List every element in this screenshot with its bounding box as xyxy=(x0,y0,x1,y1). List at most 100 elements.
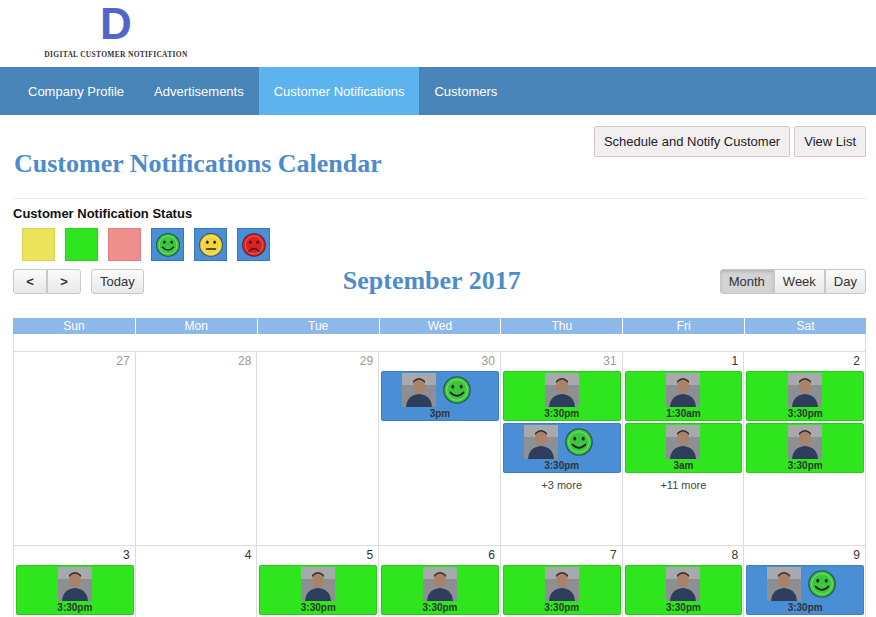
day-cell[interactable]: 27 xyxy=(14,352,136,546)
weekday: Mon xyxy=(135,318,257,334)
event-media xyxy=(767,567,837,601)
legend-title: Customer Notification Status xyxy=(13,206,866,221)
view-button[interactable]: Day xyxy=(825,269,866,294)
customer-photo xyxy=(788,425,822,459)
event-time: 3:30pm xyxy=(788,459,823,472)
nav-bar: Company ProfileAdvertisementsCustomer No… xyxy=(0,67,876,115)
weekday: Sun xyxy=(13,318,135,334)
nav-item[interactable]: Company Profile xyxy=(13,67,139,115)
event-media xyxy=(58,567,92,601)
calendar-event[interactable]: 3:30pm xyxy=(381,565,499,615)
calendar-event[interactable]: 3:30pm xyxy=(503,423,621,473)
nav-item[interactable]: Advertisements xyxy=(139,67,259,115)
view-buttons: MonthWeekDay xyxy=(720,269,866,294)
day-cell[interactable]: 3 3:30pm xyxy=(14,546,136,617)
day-cell[interactable]: 28 xyxy=(136,352,258,546)
customer-photo xyxy=(402,373,436,407)
event-media xyxy=(524,425,594,459)
calendar-event[interactable]: 1:30am xyxy=(625,371,743,421)
event-media xyxy=(666,373,700,407)
week-row: 27 28 29 30 3pm 31 3:30pm 3:30pm +3 more… xyxy=(13,352,866,546)
calendar-event[interactable]: 3:30pm xyxy=(746,371,864,421)
event-media xyxy=(788,425,822,459)
day-number: 9 xyxy=(746,546,864,565)
day-cell[interactable]: 5 3:30pm xyxy=(257,546,379,617)
customer-photo xyxy=(666,567,700,601)
content: Customer Notifications Calendar Schedule… xyxy=(0,115,876,617)
day-cell[interactable]: 4 xyxy=(136,546,258,617)
more-link[interactable]: +11 more xyxy=(625,479,743,491)
customer-photo xyxy=(666,425,700,459)
event-media xyxy=(301,567,335,601)
day-number: 7 xyxy=(503,546,621,565)
day-number: 31 xyxy=(503,352,621,371)
event-time: 3:30pm xyxy=(788,407,823,420)
logo-name: DIGITAL CUSTOMER NOTIFICATION xyxy=(44,50,187,59)
event-time: 3:30pm xyxy=(788,601,823,614)
day-number: 27 xyxy=(16,352,134,371)
action-button[interactable]: Schedule and Notify Customer xyxy=(594,126,790,157)
actions: Schedule and Notify CustomerView List xyxy=(594,126,866,157)
status-swatch xyxy=(65,228,98,261)
status-swatch xyxy=(22,228,55,261)
day-cell[interactable]: 9 3:30pm xyxy=(744,546,866,617)
day-number: 8 xyxy=(625,546,743,565)
event-time: 3:30pm xyxy=(301,601,336,614)
logo[interactable]: D DIGITAL CUSTOMER NOTIFICATION xyxy=(40,0,192,59)
day-number: 30 xyxy=(381,352,499,371)
day-number: 1 xyxy=(625,352,743,371)
calendar-event[interactable]: 3:30pm xyxy=(746,565,864,615)
calendar-event[interactable]: 3:30pm xyxy=(503,565,621,615)
event-time: 3:30pm xyxy=(57,601,92,614)
calendar-event[interactable]: 3am xyxy=(625,423,743,473)
calendar-event[interactable]: 3:30pm xyxy=(16,565,134,615)
calendar-toolbar: <> Today September 2017 MonthWeekDay xyxy=(13,268,866,294)
event-media xyxy=(423,567,457,601)
day-cell[interactable]: 8 3:30pm xyxy=(623,546,745,617)
day-cell[interactable]: 2 3:30pm 3:30pm xyxy=(744,352,866,546)
day-cell[interactable]: 29 xyxy=(257,352,379,546)
event-media xyxy=(666,425,700,459)
calendar-event[interactable]: 3:30pm xyxy=(746,423,864,473)
day-cell[interactable]: 6 3:30pm xyxy=(379,546,501,617)
view-button[interactable]: Week xyxy=(774,269,825,294)
day-cell[interactable]: 1 1:30am 3am +11 more xyxy=(623,352,745,546)
customer-photo xyxy=(545,567,579,601)
page-title: Customer Notifications Calendar xyxy=(14,149,382,179)
week-row: 3 3:30pm 4 5 3:30pm 6 3:30pm 7 3:30pm 8 … xyxy=(13,546,866,617)
nav-arrow-button[interactable]: < xyxy=(13,269,47,294)
calendar-event[interactable]: 3:30pm xyxy=(259,565,377,615)
weekday: Wed xyxy=(379,318,501,334)
nav-item[interactable]: Customer Notifications xyxy=(259,67,420,115)
today-button[interactable]: Today xyxy=(91,269,144,294)
toolbar-left: <> Today xyxy=(13,269,144,294)
day-cell[interactable]: 7 3:30pm xyxy=(501,546,623,617)
day-cell[interactable]: 31 3:30pm 3:30pm +3 more xyxy=(501,352,623,546)
nav-arrow-button[interactable]: > xyxy=(47,269,81,294)
more-link[interactable]: +3 more xyxy=(503,479,621,491)
status-swatch xyxy=(108,228,141,261)
event-time: 1:30am xyxy=(666,407,700,420)
status-face xyxy=(151,228,184,261)
status-face xyxy=(194,228,227,261)
nav-item[interactable]: Customers xyxy=(419,67,512,115)
calendar-event[interactable]: 3:30pm xyxy=(503,371,621,421)
event-time: 3:30pm xyxy=(544,407,579,420)
day-number: 4 xyxy=(138,546,256,565)
calendar-event[interactable]: 3:30pm xyxy=(625,565,743,615)
day-number: 3 xyxy=(16,546,134,565)
customer-photo xyxy=(545,373,579,407)
view-button[interactable]: Month xyxy=(720,269,774,294)
weekday: Thu xyxy=(500,318,622,334)
action-button[interactable]: View List xyxy=(794,126,866,157)
customer-photo xyxy=(666,373,700,407)
event-media xyxy=(402,373,472,407)
calendar-event[interactable]: 3pm xyxy=(381,371,499,421)
weekday-header: SunMonTueWedThuFriSat xyxy=(13,318,866,334)
happy-face-icon xyxy=(807,569,837,599)
happy-face-icon xyxy=(564,427,594,457)
title-row: Customer Notifications Calendar Schedule… xyxy=(13,115,866,199)
event-media xyxy=(666,567,700,601)
day-cell[interactable]: 30 3pm xyxy=(379,352,501,546)
event-time: 3am xyxy=(673,459,693,472)
